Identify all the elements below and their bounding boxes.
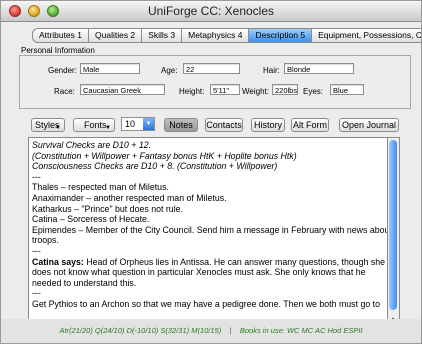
status-bar: Atr(21/20) Q(24/10) D(-10/10) S(32/31) M… bbox=[1, 319, 421, 343]
personal-info-heading: Personal Information bbox=[21, 46, 95, 55]
chevron-down-icon: ▼ bbox=[105, 125, 111, 131]
font-size-select[interactable]: 10 ▼ bbox=[121, 117, 155, 131]
notes-line: does not know what question in particula… bbox=[32, 267, 366, 278]
age-field[interactable]: 22 bbox=[183, 63, 240, 74]
tab-equipment[interactable]: Equipment, Possessions, Combat 6 bbox=[311, 28, 421, 43]
hair-field[interactable]: Blonde bbox=[284, 63, 354, 74]
app-window: UniForge CC: Xenocles Attributes 1 Quali… bbox=[0, 0, 422, 344]
fonts-dropdown[interactable]: Fonts ▼ bbox=[73, 118, 115, 132]
history-button[interactable]: History bbox=[251, 118, 285, 132]
status-separator: | bbox=[229, 326, 232, 335]
notes-text-area[interactable]: Survival Checks are D10 + 12. (Constitut… bbox=[28, 137, 388, 331]
race-label: Race: bbox=[54, 87, 75, 96]
tab-bar: Attributes 1 Qualities 2 Skills 3 Metaph… bbox=[32, 28, 421, 43]
chevron-down-icon: ▼ bbox=[55, 125, 61, 131]
font-size-value: 10 bbox=[125, 119, 136, 129]
notes-line: Survival Checks are D10 + 12. bbox=[32, 140, 152, 150]
tab-skills[interactable]: Skills 3 bbox=[141, 28, 182, 43]
gender-field[interactable]: Male bbox=[80, 63, 140, 74]
notes-line: Catina says: Head of Orpheus lies in Ant… bbox=[32, 256, 386, 268]
title-bar: UniForge CC: Xenocles bbox=[1, 1, 421, 22]
fonts-label: Fonts bbox=[84, 120, 107, 130]
notes-line: Katharkus – "Prince" but does not rule. bbox=[32, 203, 183, 214]
notes-line: Consciousness Checks are D10 + 8. (Const… bbox=[32, 161, 278, 172]
age-label: Age: bbox=[161, 66, 178, 75]
tab-qualities[interactable]: Qualities 2 bbox=[88, 28, 142, 43]
window-title: UniForge CC: Xenocles bbox=[147, 4, 275, 18]
race-field[interactable]: Caucasian Greek bbox=[80, 84, 165, 95]
open-journal-button[interactable]: Open Journal bbox=[339, 118, 399, 132]
notes-line: Catina – Sorceress of Hecate. bbox=[32, 214, 150, 225]
alt-form-button[interactable]: Alt Form bbox=[291, 118, 329, 132]
contacts-button[interactable]: Contacts bbox=[205, 118, 243, 132]
status-text: Atr(21/20) Q(24/10) D(-10/10) S(32/31) M… bbox=[1, 326, 421, 335]
notes-line: --- bbox=[32, 171, 41, 182]
tab-attributes[interactable]: Attributes 1 bbox=[32, 28, 88, 43]
notes-line: (Constitution + Willpower + Fantasy bonu… bbox=[32, 150, 297, 161]
notes-scrollbar[interactable]: ▲ ▼ bbox=[388, 137, 400, 331]
personal-info-panel: Gender: Male Age: 22 Hair: Blonde Race: … bbox=[19, 55, 411, 109]
notes-line: Thales – respected man of Miletus. bbox=[32, 182, 169, 193]
eyes-label: Eyes: bbox=[303, 87, 324, 96]
notes-line: troops. bbox=[32, 235, 59, 246]
hair-label: Hair: bbox=[263, 66, 280, 75]
notes-speaker: Catina says: bbox=[32, 256, 84, 267]
notes-line: --- bbox=[32, 245, 41, 256]
weight-field[interactable]: 220lbs bbox=[272, 84, 298, 95]
notes-line: Get Pythios to an Archon so that we may … bbox=[32, 298, 381, 309]
tab-description[interactable]: Description 5 bbox=[248, 28, 312, 43]
height-field[interactable]: 5'11" bbox=[210, 84, 240, 95]
notes-line: Epimendes – Member of the City Council. … bbox=[32, 224, 388, 235]
notes-line: --- bbox=[32, 288, 41, 299]
books-in-use: Books in use: WC MC AC Hod ESPII bbox=[239, 326, 363, 335]
notes-text: Head of Orpheus lies in Antissa. He can … bbox=[83, 256, 386, 267]
weight-label: Weight: bbox=[242, 87, 269, 96]
height-label: Height: bbox=[179, 87, 205, 96]
tab-metaphysics[interactable]: Metaphysics 4 bbox=[181, 28, 249, 43]
notes-line: Anaximander – another respected man of M… bbox=[32, 192, 227, 203]
notes-line: needed to understand this. bbox=[32, 277, 137, 288]
stat-summary: Atr(21/20) Q(24/10) D(-10/10) S(32/31) M… bbox=[59, 326, 222, 335]
chevron-down-icon: ▼ bbox=[143, 118, 154, 130]
eyes-field[interactable]: Blue bbox=[330, 84, 364, 95]
notes-button[interactable]: Notes bbox=[164, 118, 198, 132]
gender-label: Gender: bbox=[48, 66, 77, 75]
styles-dropdown[interactable]: Styles ▼ bbox=[31, 118, 65, 132]
scrollbar-thumb[interactable] bbox=[389, 140, 397, 310]
